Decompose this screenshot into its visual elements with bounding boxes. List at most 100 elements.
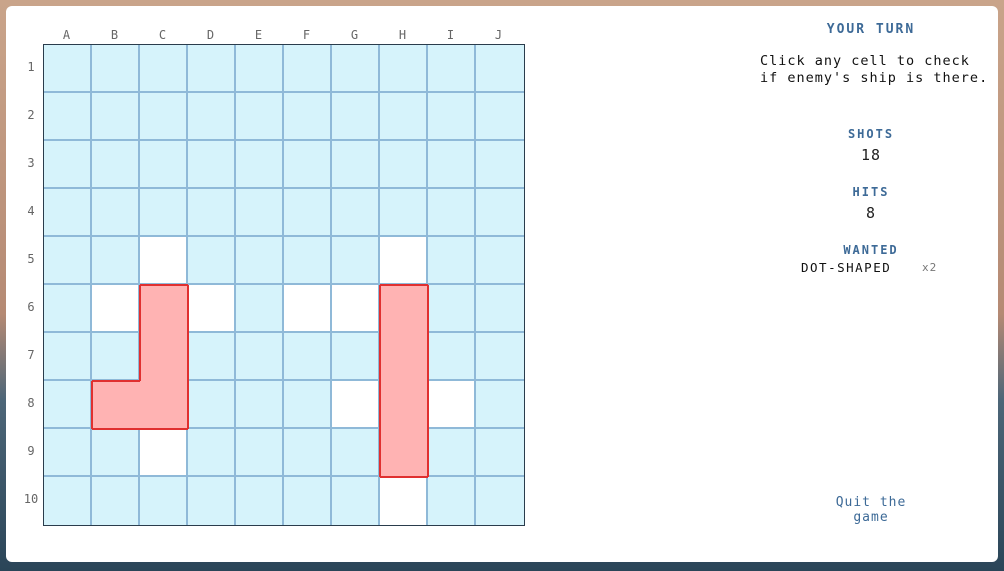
board-cell-h1[interactable] (380, 45, 428, 93)
board-cell-h6[interactable] (380, 285, 428, 333)
board-cell-c3[interactable] (140, 141, 188, 189)
board-cell-g6[interactable] (332, 285, 380, 333)
board-cell-e9[interactable] (236, 429, 284, 477)
board-cell-h9[interactable] (380, 429, 428, 477)
board-cell-g8[interactable] (332, 381, 380, 429)
board-cell-g2[interactable] (332, 93, 380, 141)
board-cell-b5[interactable] (92, 237, 140, 285)
board-cell-d1[interactable] (188, 45, 236, 93)
board-cell-d9[interactable] (188, 429, 236, 477)
board-cell-c2[interactable] (140, 93, 188, 141)
board-cell-g3[interactable] (332, 141, 380, 189)
board-cell-d6[interactable] (188, 285, 236, 333)
board-cell-j8[interactable] (476, 381, 524, 429)
quit-game-link[interactable]: Quit the game (816, 495, 926, 525)
board-cell-h3[interactable] (380, 141, 428, 189)
board-cell-a9[interactable] (44, 429, 92, 477)
board-cell-g5[interactable] (332, 237, 380, 285)
board-cell-i9[interactable] (428, 429, 476, 477)
board-cell-c10[interactable] (140, 477, 188, 525)
board-cell-j2[interactable] (476, 93, 524, 141)
board-cell-e6[interactable] (236, 285, 284, 333)
board-cell-i7[interactable] (428, 333, 476, 381)
board-cell-f4[interactable] (284, 189, 332, 237)
board-cell-c4[interactable] (140, 189, 188, 237)
board-cell-j5[interactable] (476, 237, 524, 285)
board-cell-f9[interactable] (284, 429, 332, 477)
board-cell-f2[interactable] (284, 93, 332, 141)
board-cell-i2[interactable] (428, 93, 476, 141)
board-cell-a6[interactable] (44, 285, 92, 333)
board-cell-c6[interactable] (140, 285, 188, 333)
board-cell-b10[interactable] (92, 477, 140, 525)
board-cell-a4[interactable] (44, 189, 92, 237)
board-cell-f10[interactable] (284, 477, 332, 525)
board-cell-c5[interactable] (140, 237, 188, 285)
board-cell-b2[interactable] (92, 93, 140, 141)
board-cell-c8[interactable] (140, 381, 188, 429)
board-cell-d2[interactable] (188, 93, 236, 141)
board-cell-b3[interactable] (92, 141, 140, 189)
board-cell-b4[interactable] (92, 189, 140, 237)
board-cell-e4[interactable] (236, 189, 284, 237)
board-cell-a1[interactable] (44, 45, 92, 93)
board-cell-i10[interactable] (428, 477, 476, 525)
board-cell-e1[interactable] (236, 45, 284, 93)
board-cell-b1[interactable] (92, 45, 140, 93)
board-cell-d5[interactable] (188, 237, 236, 285)
board-cell-a2[interactable] (44, 93, 92, 141)
board-cell-e7[interactable] (236, 333, 284, 381)
board-cell-b7[interactable] (92, 333, 140, 381)
board-cell-b8[interactable] (92, 381, 140, 429)
board-cell-g9[interactable] (332, 429, 380, 477)
board-cell-d3[interactable] (188, 141, 236, 189)
board-cell-j4[interactable] (476, 189, 524, 237)
board-cell-h10[interactable] (380, 477, 428, 525)
board-cell-h2[interactable] (380, 93, 428, 141)
board-cell-c9[interactable] (140, 429, 188, 477)
board-cell-d7[interactable] (188, 333, 236, 381)
board-cell-f6[interactable] (284, 285, 332, 333)
board-cell-c1[interactable] (140, 45, 188, 93)
board-cell-i8[interactable] (428, 381, 476, 429)
board-cell-b6[interactable] (92, 285, 140, 333)
board-cell-a5[interactable] (44, 237, 92, 285)
board-cell-f7[interactable] (284, 333, 332, 381)
board-cell-i4[interactable] (428, 189, 476, 237)
board-cell-a10[interactable] (44, 477, 92, 525)
board-cell-d8[interactable] (188, 381, 236, 429)
board-cell-d10[interactable] (188, 477, 236, 525)
board-cell-b9[interactable] (92, 429, 140, 477)
board-cell-a7[interactable] (44, 333, 92, 381)
board-cell-h4[interactable] (380, 189, 428, 237)
board-cell-j6[interactable] (476, 285, 524, 333)
board-cell-c7[interactable] (140, 333, 188, 381)
board-cell-g1[interactable] (332, 45, 380, 93)
board-cell-d4[interactable] (188, 189, 236, 237)
board-cell-f1[interactable] (284, 45, 332, 93)
board-cell-e3[interactable] (236, 141, 284, 189)
board-cell-i5[interactable] (428, 237, 476, 285)
board-cell-i1[interactable] (428, 45, 476, 93)
board-cell-i3[interactable] (428, 141, 476, 189)
board-cell-e10[interactable] (236, 477, 284, 525)
board-cell-e5[interactable] (236, 237, 284, 285)
board-cell-e8[interactable] (236, 381, 284, 429)
board-cell-e2[interactable] (236, 93, 284, 141)
board-cell-g10[interactable] (332, 477, 380, 525)
board-cell-j10[interactable] (476, 477, 524, 525)
board-cell-h5[interactable] (380, 237, 428, 285)
board-cell-f5[interactable] (284, 237, 332, 285)
board-cell-i6[interactable] (428, 285, 476, 333)
board-cell-j1[interactable] (476, 45, 524, 93)
board-cell-f8[interactable] (284, 381, 332, 429)
board-cell-j3[interactable] (476, 141, 524, 189)
board-cell-j9[interactable] (476, 429, 524, 477)
board-cell-h7[interactable] (380, 333, 428, 381)
board-cell-a8[interactable] (44, 381, 92, 429)
board-cell-f3[interactable] (284, 141, 332, 189)
board-cell-g4[interactable] (332, 189, 380, 237)
board-cell-j7[interactable] (476, 333, 524, 381)
board-cell-g7[interactable] (332, 333, 380, 381)
board-cell-h8[interactable] (380, 381, 428, 429)
